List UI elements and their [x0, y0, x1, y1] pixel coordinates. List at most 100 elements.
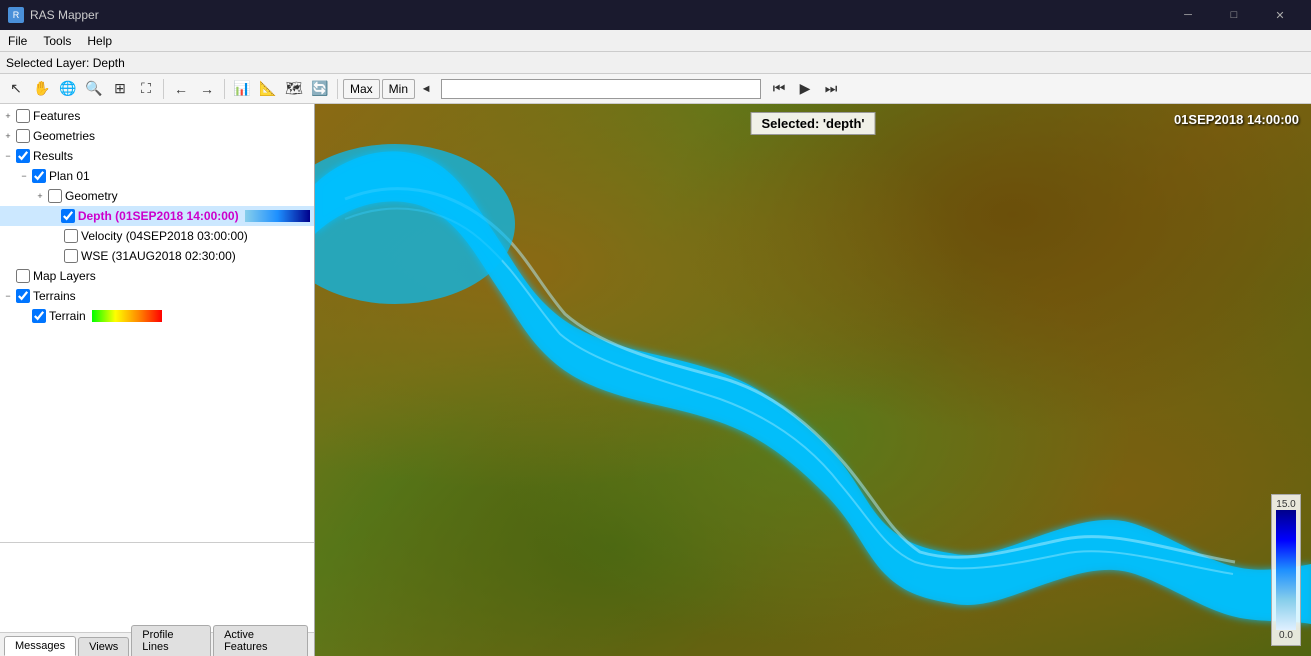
selected-layer-label: Selected Layer: [6, 56, 89, 70]
label-geometries: Geometries [33, 129, 95, 143]
layer-tree: +Features+Geometries−Results−Plan 01+Geo… [0, 104, 314, 542]
toolbar-sep-3 [337, 79, 338, 99]
tree-row-depth[interactable]: Depth (01SEP2018 14:00:00) [0, 206, 314, 226]
scale-gradient [1276, 510, 1296, 630]
main-layout: +Features+Geometries−Results−Plan 01+Geo… [0, 104, 1311, 656]
zoom-extent-button[interactable]: ⊞ [108, 77, 132, 101]
menu-item-tools[interactable]: Tools [35, 32, 79, 50]
pan-tool-button[interactable]: ✋ [30, 77, 54, 101]
expand-results[interactable]: − [0, 148, 16, 164]
toolbar-sep-2 [224, 79, 225, 99]
tree-row-plan01[interactable]: − Plan 01 [0, 166, 314, 186]
check-velocity[interactable] [64, 229, 78, 243]
expand-geometries[interactable]: + [0, 128, 16, 144]
expand-geometry[interactable]: + [32, 188, 48, 204]
app-title: RAS Mapper [30, 8, 1165, 22]
tree-row-terrain[interactable]: Terrain [0, 306, 314, 326]
forward-button[interactable]: → [195, 77, 219, 101]
check-terrain[interactable] [32, 309, 46, 323]
map-selected-label: Selected: 'depth' [751, 112, 876, 135]
color-bar-depth [245, 210, 310, 222]
label-depth: Depth (01SEP2018 14:00:00) [78, 209, 239, 223]
tree-row-wse[interactable]: WSE (31AUG2018 02:30:00) [0, 246, 314, 266]
play-forward-end-button[interactable]: ⏭ [819, 77, 843, 101]
scale-min-label: 0.0 [1276, 630, 1296, 641]
profile-button[interactable]: 📊 [230, 77, 254, 101]
tree-row-features[interactable]: + Features [0, 106, 314, 126]
tab-views[interactable]: Views [78, 637, 129, 656]
vector-button[interactable]: 📐 [256, 77, 280, 101]
play-back-end-button[interactable]: ⏮ [767, 77, 791, 101]
color-scale-legend: 15.0 0.0 [1271, 494, 1301, 646]
tree-row-velocity[interactable]: Velocity (04SEP2018 03:00:00) [0, 226, 314, 246]
expand-plan01[interactable]: − [16, 168, 32, 184]
maximize-button[interactable]: □ [1211, 0, 1257, 30]
expand-placeholder-map_layers [0, 268, 16, 284]
max-button[interactable]: Max [343, 79, 380, 99]
tree-row-results[interactable]: − Results [0, 146, 314, 166]
refresh-button[interactable]: 🔄 [308, 77, 332, 101]
check-geometry[interactable] [48, 189, 62, 203]
raster-button[interactable]: 🗺 [282, 77, 306, 101]
scale-max-label: 15.0 [1276, 499, 1296, 510]
min-button[interactable]: Min [382, 79, 415, 99]
titlebar: R RAS Mapper ─ □ ✕ [0, 0, 1311, 30]
messages-panel [0, 542, 314, 632]
check-plan01[interactable] [32, 169, 46, 183]
app-icon: R [8, 7, 24, 23]
check-depth[interactable] [61, 209, 75, 223]
expand-placeholder-depth [45, 208, 61, 224]
check-map_layers[interactable] [16, 269, 30, 283]
timeline-slider[interactable] [441, 79, 761, 99]
play-button[interactable]: ▶ [793, 77, 817, 101]
expand-features[interactable]: + [0, 108, 16, 124]
close-button[interactable]: ✕ [1257, 0, 1303, 30]
label-terrain: Terrain [49, 309, 86, 323]
menubar: FileToolsHelp [0, 30, 1311, 52]
check-terrains[interactable] [16, 289, 30, 303]
map-area[interactable]: Selected: 'depth' 01SEP2018 14:00:00 15.… [315, 104, 1311, 656]
label-results: Results [33, 149, 73, 163]
expand-terrains[interactable]: − [0, 288, 16, 304]
cursor-tool-button[interactable]: ↖ [4, 77, 28, 101]
selected-layer-bar: Selected Layer: Depth [0, 52, 1311, 74]
tab-messages[interactable]: Messages [4, 636, 76, 656]
window-controls: ─ □ ✕ [1165, 0, 1303, 30]
left-panel: +Features+Geometries−Results−Plan 01+Geo… [0, 104, 315, 656]
zoom-fit-button[interactable]: ⛶ [134, 77, 158, 101]
river-overlay [315, 104, 1311, 656]
lake-shape [315, 144, 515, 304]
menu-item-file[interactable]: File [0, 32, 35, 50]
minimize-button[interactable]: ─ [1165, 0, 1211, 30]
timeline-arrow-left[interactable]: ◄ [417, 77, 435, 101]
expand-placeholder-velocity [48, 228, 64, 244]
bottom-tabs: MessagesViewsProfile LinesActive Feature… [0, 632, 314, 656]
check-wse[interactable] [64, 249, 78, 263]
menu-item-help[interactable]: Help [79, 32, 120, 50]
expand-placeholder-terrain [16, 308, 32, 324]
tab-profile-lines[interactable]: Profile Lines [131, 625, 211, 656]
expand-placeholder-wse [48, 248, 64, 264]
label-map_layers: Map Layers [33, 269, 96, 283]
tree-row-map_layers[interactable]: Map Layers [0, 266, 314, 286]
tree-row-geometries[interactable]: + Geometries [0, 126, 314, 146]
label-wse: WSE (31AUG2018 02:30:00) [81, 249, 236, 263]
label-velocity: Velocity (04SEP2018 03:00:00) [81, 229, 248, 243]
label-plan01: Plan 01 [49, 169, 90, 183]
label-geometry: Geometry [65, 189, 118, 203]
map-datetime: 01SEP2018 14:00:00 [1174, 112, 1299, 127]
check-features[interactable] [16, 109, 30, 123]
toolbar-sep-1 [163, 79, 164, 99]
tree-row-geometry[interactable]: + Geometry [0, 186, 314, 206]
selected-layer-value: Depth [93, 56, 125, 70]
back-button[interactable]: ← [169, 77, 193, 101]
tree-row-terrains[interactable]: −Terrains [0, 286, 314, 306]
toolbar: ↖ ✋ 🌐 🔍 ⊞ ⛶ ← → 📊 📐 🗺 🔄 Max Min ◄ ⏮ ▶ ⏭ [0, 74, 1311, 104]
color-bar-terrain [92, 310, 162, 322]
check-geometries[interactable] [16, 129, 30, 143]
zoom-in-button[interactable]: 🔍 [82, 77, 106, 101]
check-results[interactable] [16, 149, 30, 163]
tab-active-features[interactable]: Active Features [213, 625, 308, 656]
globe-button[interactable]: 🌐 [56, 77, 80, 101]
label-features: Features [33, 109, 80, 123]
